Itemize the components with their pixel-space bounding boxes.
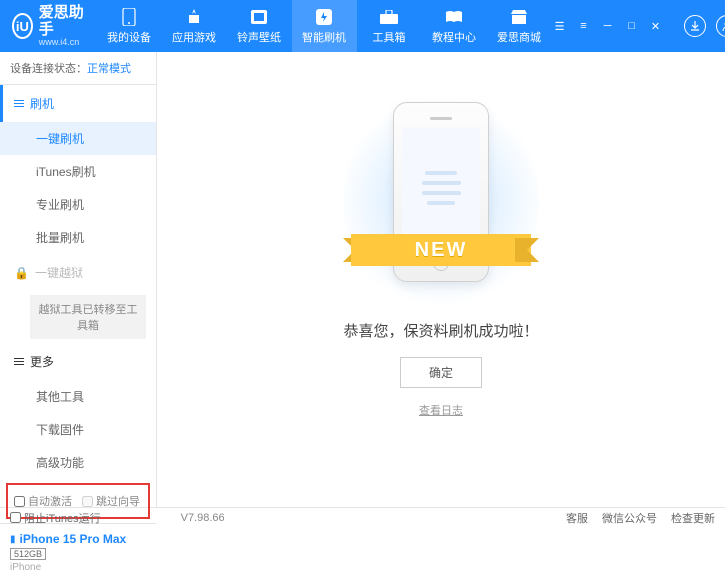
app-title: 爱思助手 [39,5,85,38]
status-label: 设备连接状态： [10,63,87,75]
nav-my-device[interactable]: 我的设备 [97,0,162,52]
checkbox-label: 跳过向导 [96,493,140,509]
nav-label: 应用游戏 [172,29,216,45]
nav-toolbox[interactable]: 工具箱 [357,0,422,52]
minimize-icon[interactable]: ─ [600,18,616,34]
app-url: www.i4.cn [39,38,85,47]
nav-tabs: 我的设备 应用游戏 铃声壁纸 智能刷机 工具箱 教程中心 爱思商城 [97,0,552,52]
nav-label: 我的设备 [107,29,151,45]
phone-icon [120,8,138,26]
list-icon [14,358,24,366]
checkbox-label: 阻止iTunes运行 [24,510,101,526]
footer-update-link[interactable]: 检查更新 [671,510,715,526]
sidebar-item-itunes-flash[interactable]: iTunes刷机 [0,155,156,188]
nav-label: 爱思商城 [497,29,541,45]
device-name: iPhone 15 Pro Max [20,532,127,546]
sidebar: 设备连接状态：正常模式 刷机 一键刷机 iTunes刷机 专业刷机 批量刷机 🔒… [0,52,157,507]
logo-area: iU 爱思助手 www.i4.cn [0,5,97,47]
block-itunes-checkbox[interactable]: 阻止iTunes运行 [10,510,101,526]
success-illustration: NEW [361,102,521,302]
maximize-icon[interactable]: □ [624,18,640,34]
success-message: 恭喜您，保资料刷机成功啦！ [343,320,538,341]
footer-support-link[interactable]: 客服 [566,510,588,526]
sidebar-item-other-tools[interactable]: 其他工具 [0,380,156,413]
status-mode: 正常模式 [87,63,131,75]
sidebar-item-one-click-flash[interactable]: 一键刷机 [0,122,156,155]
nav-store[interactable]: 爱思商城 [487,0,552,52]
device-status: 设备连接状态：正常模式 [0,52,156,85]
checkbox-label: 自动激活 [28,493,72,509]
sidebar-item-pro-flash[interactable]: 专业刷机 [0,188,156,221]
main-content: NEW 恭喜您，保资料刷机成功啦！ 确定 查看日志 [157,52,725,507]
nav-tutorials[interactable]: 教程中心 [422,0,487,52]
window-controls: ☰ ≡ ─ □ ✕ [552,15,725,37]
sidebar-header-label: 一键越狱 [35,264,83,281]
book-icon [445,8,463,26]
sidebar-item-batch-flash[interactable]: 批量刷机 [0,221,156,254]
sidebar-flash-header[interactable]: 刷机 [0,85,156,122]
sidebar-item-advanced[interactable]: 高级功能 [0,446,156,479]
view-log-link[interactable]: 查看日志 [419,402,463,418]
device-phone-icon: ▮ [10,534,16,545]
nav-smart-flash[interactable]: 智能刷机 [292,0,357,52]
device-info-panel: ▮ iPhone 15 Pro Max 512GB iPhone [0,523,156,581]
sidebar-header-label: 更多 [30,353,54,370]
new-banner: NEW [351,228,531,272]
nav-label: 铃声壁纸 [237,29,281,45]
apps-icon [185,8,203,26]
nav-label: 教程中心 [432,29,476,45]
menu-icon[interactable]: ≡ [576,18,592,34]
sidebar-jailbreak-header: 🔒 一键越狱 [0,254,156,291]
nav-ringtones[interactable]: 铃声壁纸 [227,0,292,52]
user-icon[interactable] [716,15,725,37]
sidebar-header-label: 刷机 [30,95,54,112]
sidebar-more-header[interactable]: 更多 [0,343,156,380]
footer-wechat-link[interactable]: 微信公众号 [602,510,657,526]
lock-icon: 🔒 [14,266,29,280]
nav-label: 智能刷机 [302,29,346,45]
logo-icon: iU [12,13,33,39]
media-icon [250,8,268,26]
device-type: iPhone [10,562,146,573]
banner-text: NEW [351,234,531,266]
auto-activate-checkbox[interactable]: 自动激活 [14,493,72,509]
list-icon [14,100,24,108]
nav-label: 工具箱 [373,29,406,45]
download-icon[interactable] [684,15,706,37]
title-bar: iU 爱思助手 www.i4.cn 我的设备 应用游戏 铃声壁纸 智能刷机 工具… [0,0,725,52]
version-label: V7.98.66 [181,512,225,524]
sidebar-item-download-firmware[interactable]: 下载固件 [0,413,156,446]
nav-apps[interactable]: 应用游戏 [162,0,227,52]
toolbox-icon [380,8,398,26]
jailbreak-note: 越狱工具已转移至工具箱 [30,295,146,339]
close-icon[interactable]: ✕ [648,18,664,34]
skin-icon[interactable]: ☰ [552,18,568,34]
flash-icon [315,8,333,26]
ok-button[interactable]: 确定 [400,357,482,388]
skip-guide-checkbox[interactable]: 跳过向导 [82,493,140,509]
store-icon [510,8,528,26]
device-storage-badge: 512GB [10,548,46,560]
